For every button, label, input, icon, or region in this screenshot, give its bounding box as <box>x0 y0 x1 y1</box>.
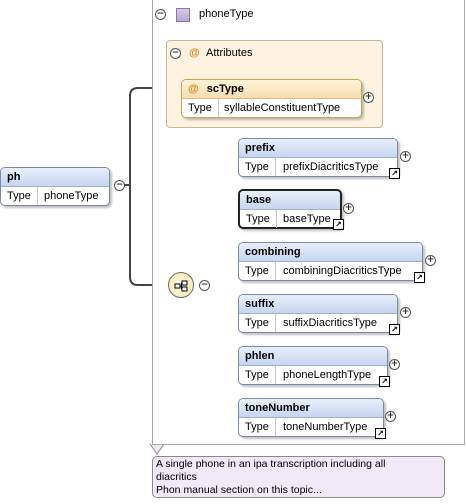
tooltip-manual-link[interactable]: Phon manual section on this topic... <box>156 484 441 497</box>
type-label: Type <box>7 190 31 202</box>
attribute-node-sctype[interactable]: @ scType Type syllableConstituentType <box>181 79 362 118</box>
element-type-row: Type baseType <box>240 210 340 228</box>
element-header: ph <box>1 168 109 187</box>
complex-type-name: phoneType <box>199 8 254 20</box>
element-type-row: Type combiningDiacriticsType <box>239 262 422 280</box>
link-arrow-icon[interactable]: ↗ <box>389 324 400 335</box>
link-arrow-icon[interactable]: ↗ <box>333 219 344 230</box>
at-sign-icon: @ <box>189 47 200 59</box>
attributes-group-title: Attributes <box>206 47 253 59</box>
element-header: phlen <box>239 347 387 366</box>
type-value: phoneLengthType <box>283 369 372 381</box>
type-value: phoneType <box>44 190 99 202</box>
link-arrow-icon[interactable]: ↗ <box>375 428 386 439</box>
plus-circle-icon[interactable]: + <box>363 92 374 103</box>
element-header: suffix <box>239 295 397 314</box>
attribute-name: scType <box>206 83 244 95</box>
collapse-icon[interactable]: − <box>114 180 125 191</box>
collapse-icon[interactable]: − <box>170 48 181 59</box>
type-label: Type <box>245 369 269 381</box>
link-arrow-icon[interactable]: ↗ <box>379 376 390 387</box>
plus-circle-icon[interactable]: + <box>425 255 436 266</box>
element-header: combining <box>239 243 422 262</box>
root-element-ph[interactable]: ph Type phoneType <box>0 167 110 206</box>
attribute-header: @ scType <box>182 80 361 99</box>
type-label: Type <box>245 317 269 329</box>
at-sign-icon: @ <box>188 83 199 95</box>
plus-circle-icon[interactable]: + <box>400 307 411 318</box>
type-value: toneNumberType <box>283 421 368 433</box>
type-label: Type <box>245 265 269 277</box>
type-label: Type <box>246 213 270 225</box>
element-type-row: Type toneNumberType <box>239 418 383 436</box>
type-value: combiningDiacriticsType <box>283 265 402 277</box>
documentation-tooltip: A single phone in an ipa transcription i… <box>152 456 445 498</box>
child-element-combining[interactable]: combining Type combiningDiacriticsType ↗ <box>238 242 425 283</box>
type-value: suffixDiacriticsType <box>283 317 377 329</box>
link-arrow-icon[interactable]: ↗ <box>389 168 400 179</box>
element-header: toneNumber <box>239 399 383 418</box>
attribute-type-row: Type syllableConstituentType <box>182 99 361 117</box>
collapse-icon[interactable]: − <box>199 280 210 291</box>
element-type-row: Type prefixDiacriticsType <box>239 158 397 176</box>
element-type-row: Type phoneLengthType <box>239 366 387 384</box>
element-header: prefix <box>239 139 397 158</box>
tooltip-line-2: diacritics <box>156 471 197 483</box>
sequence-compositor-icon[interactable] <box>168 272 194 298</box>
child-element-phlen[interactable]: phlen Type phoneLengthType ↗ <box>238 346 390 387</box>
type-label: Type <box>245 421 269 433</box>
plus-circle-icon[interactable]: + <box>343 203 354 214</box>
collapse-icon[interactable]: − <box>155 9 166 20</box>
plus-circle-icon[interactable]: + <box>389 359 400 370</box>
type-value: prefixDiacriticsType <box>283 161 379 173</box>
element-header: base <box>240 191 340 210</box>
type-label: Type <box>245 161 269 173</box>
type-value: baseType <box>283 213 331 225</box>
element-type-row: Type suffixDiacriticsType <box>239 314 397 332</box>
child-element-prefix[interactable]: prefix Type prefixDiacriticsType ↗ <box>238 138 400 179</box>
element-type-row: Type phoneType <box>1 187 109 205</box>
child-element-base[interactable]: base Type baseType ↗ <box>238 189 344 230</box>
complex-type-icon <box>176 8 190 22</box>
child-element-suffix[interactable]: suffix Type suffixDiacriticsType ↗ <box>238 294 400 335</box>
type-value: syllableConstituentType <box>224 102 341 114</box>
child-element-tonenumber[interactable]: toneNumber Type toneNumberType ↗ <box>238 398 386 439</box>
plus-circle-icon[interactable]: + <box>385 411 396 422</box>
link-arrow-icon[interactable]: ↗ <box>414 272 425 283</box>
type-label: Type <box>188 102 212 114</box>
plus-circle-icon[interactable]: + <box>400 151 411 162</box>
tooltip-line-1: A single phone in an ipa transcription i… <box>156 458 386 470</box>
